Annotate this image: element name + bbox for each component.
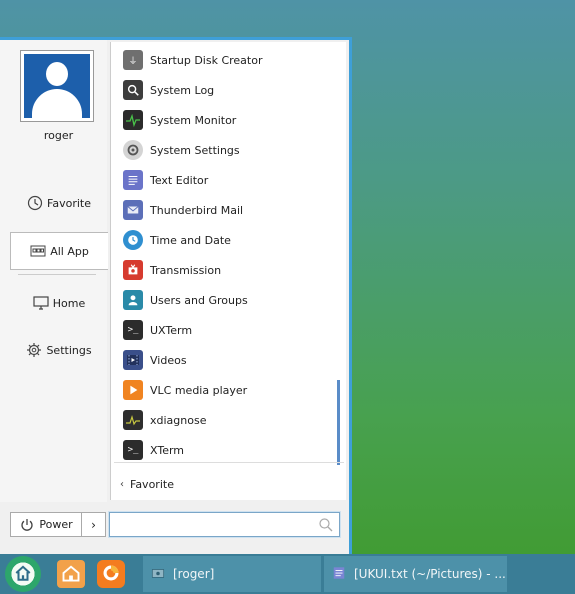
firefox-icon xyxy=(101,563,121,586)
list-item[interactable]: Thunderbird Mail xyxy=(123,196,338,224)
chevron-left-icon: ‹ xyxy=(120,478,124,490)
clock-icon xyxy=(123,230,143,250)
list-item[interactable]: Users and Groups xyxy=(123,286,338,314)
app-list: ⏚ Startup Disk Creator System Log System… xyxy=(110,42,346,500)
home-icon xyxy=(14,564,32,585)
clock-icon xyxy=(27,195,43,211)
home-folder-icon xyxy=(61,563,81,586)
usb-drive-icon: ⏚ xyxy=(123,50,143,70)
users-icon xyxy=(123,290,143,310)
taskbar-task-text-editor[interactable]: [UKUI.txt (~/Pictures) - ... xyxy=(324,556,507,592)
list-divider xyxy=(114,462,344,463)
sidebar-item-favorite[interactable]: Favorite xyxy=(10,185,108,221)
sidebar-item-home[interactable]: Home xyxy=(10,285,108,321)
activity-graph-icon xyxy=(123,110,143,130)
avatar-user-icon xyxy=(24,54,90,118)
start-menu-button[interactable] xyxy=(5,556,41,592)
taskbar-task-file-manager[interactable]: [roger] xyxy=(143,556,321,592)
app-grid-icon xyxy=(30,243,46,259)
power-button-label: Power xyxy=(39,518,73,531)
sidebar-item-label: Favorite xyxy=(47,196,91,210)
task-label: [UKUI.txt (~/Pictures) - ... xyxy=(354,567,506,581)
list-item[interactable]: System Monitor xyxy=(123,106,338,134)
chevron-right-icon: › xyxy=(91,517,96,532)
favorite-link-label: Favorite xyxy=(130,477,174,491)
mail-envelope-icon xyxy=(123,200,143,220)
text-document-icon xyxy=(332,566,346,583)
sidebar-item-label: All App xyxy=(50,244,89,258)
username-label: roger xyxy=(43,129,74,142)
gear-icon xyxy=(26,342,42,358)
sidebar-item-label: Settings xyxy=(46,343,92,357)
search-field[interactable] xyxy=(108,511,341,538)
list-item[interactable]: xdiagnose xyxy=(123,406,338,434)
monitor-icon xyxy=(33,295,49,311)
magnifier-icon xyxy=(123,80,143,100)
sidebar-item-label: Home xyxy=(52,296,86,310)
gear-icon xyxy=(123,140,143,160)
list-item[interactable]: System Log xyxy=(123,76,338,104)
taskbar: [roger] [UKUI.txt (~/Pictures) - ... xyxy=(0,554,575,594)
task-label: [roger] xyxy=(173,567,215,581)
list-item[interactable]: Videos xyxy=(123,346,338,374)
list-item[interactable]: Time and Date xyxy=(123,226,338,254)
terminal-icon: >_ xyxy=(123,440,143,460)
film-reel-icon xyxy=(123,350,143,370)
folder-icon xyxy=(151,566,165,583)
power-options-button[interactable]: › xyxy=(82,512,106,537)
vlc-cone-icon xyxy=(123,380,143,400)
file-manager-launcher[interactable] xyxy=(57,560,85,588)
start-menu: roger Favorite All App Home Settings ⏚ S… xyxy=(0,37,352,554)
list-item[interactable]: >_ UXTerm xyxy=(123,316,338,344)
app-list-scrollbar[interactable] xyxy=(337,380,340,465)
power-icon xyxy=(19,517,35,533)
sidebar-item-all-app[interactable]: All App xyxy=(10,232,108,270)
list-item[interactable]: ⏚ Startup Disk Creator xyxy=(123,46,338,74)
list-item[interactable]: VLC media player xyxy=(123,376,338,404)
list-item[interactable]: Text Editor xyxy=(123,166,338,194)
firefox-launcher[interactable] xyxy=(97,560,125,588)
list-item[interactable]: Transmission xyxy=(123,256,338,284)
sidebar-divider xyxy=(18,274,96,275)
list-item[interactable]: System Settings xyxy=(123,136,338,164)
menu-sidebar: roger Favorite All App Home Settings xyxy=(0,40,108,554)
list-item[interactable]: >_ XTerm xyxy=(123,436,338,464)
menu-bottom-bar: Power › xyxy=(0,502,349,554)
diagnose-graph-icon xyxy=(123,410,143,430)
user-avatar[interactable] xyxy=(20,50,94,122)
favorite-link[interactable]: ‹ Favorite xyxy=(120,476,174,492)
transmission-icon xyxy=(123,260,143,280)
terminal-icon: >_ xyxy=(123,320,143,340)
search-input[interactable] xyxy=(110,513,310,536)
text-document-icon xyxy=(123,170,143,190)
sidebar-item-settings[interactable]: Settings xyxy=(10,332,108,368)
search-icon xyxy=(318,517,334,533)
power-button[interactable]: Power xyxy=(10,512,82,537)
